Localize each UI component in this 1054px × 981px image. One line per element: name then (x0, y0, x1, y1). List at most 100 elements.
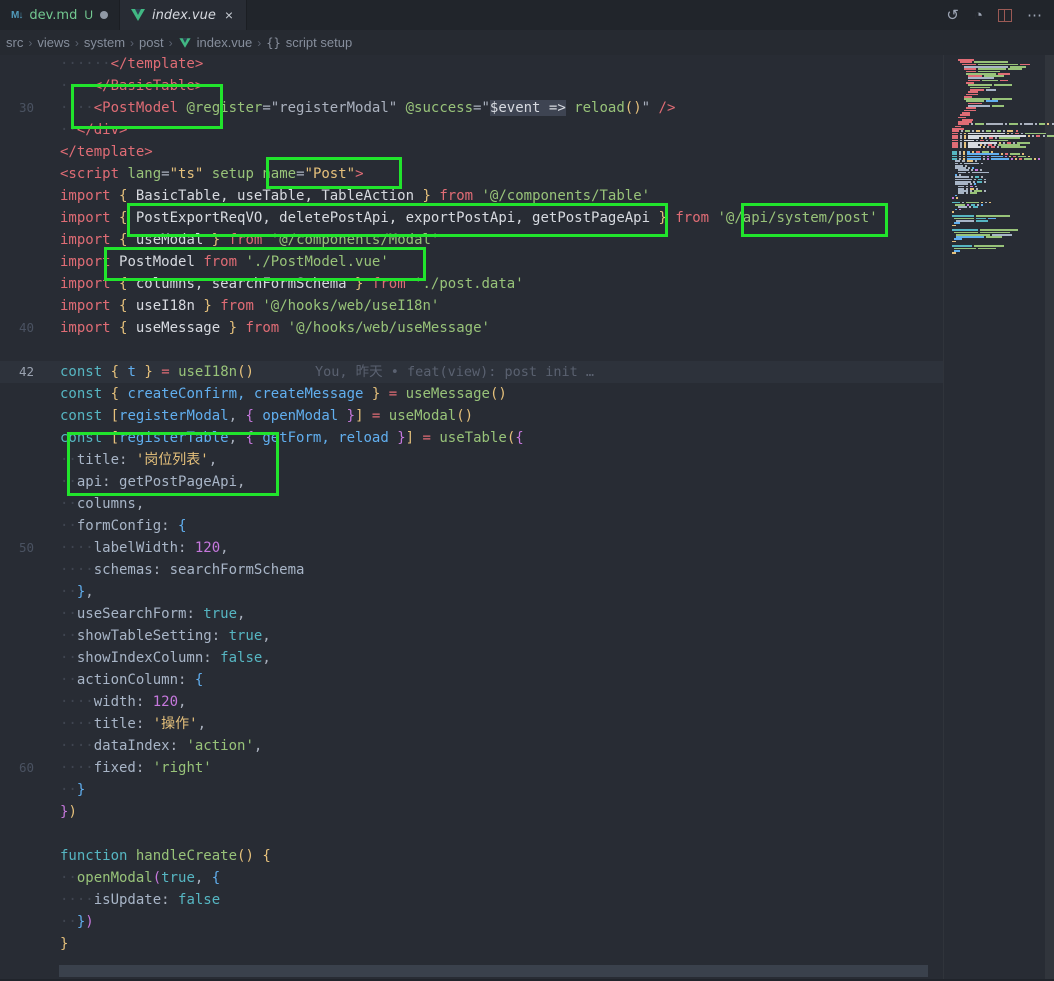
code-line[interactable]: import { BasicTable, useTable, TableActi… (0, 185, 944, 207)
horizontal-scrollbar-thumb[interactable] (59, 965, 928, 977)
line-number[interactable] (0, 515, 34, 537)
code-line[interactable]: import { useModal } from '@/components/M… (0, 229, 944, 251)
line-number[interactable] (0, 251, 34, 273)
code-line[interactable] (0, 339, 944, 361)
code-line[interactable]: ··title: '岗位列表', (0, 449, 944, 471)
line-number[interactable] (0, 163, 34, 185)
code-line[interactable]: import { PostExportReqVO, deletePostApi,… (0, 207, 944, 229)
code-line[interactable]: 50····labelWidth: 120, (0, 537, 944, 559)
code-line[interactable]: </template> (0, 141, 944, 163)
code-line[interactable]: const { createConfirm, createMessage } =… (0, 383, 944, 405)
code-line[interactable]: ······</template> (0, 55, 944, 75)
code-line[interactable] (0, 823, 944, 845)
line-number[interactable] (0, 691, 34, 713)
line-number[interactable]: 60 (0, 757, 34, 779)
code-line[interactable]: 40import { useMessage } from '@/hooks/we… (0, 317, 944, 339)
tab-dev-md[interactable]: M↓ dev.md U (0, 0, 120, 30)
code-line[interactable]: function handleCreate() { (0, 845, 944, 867)
line-number[interactable] (0, 405, 34, 427)
code-line[interactable]: 42const { t } = useI18n()You, 昨天 • feat(… (0, 361, 944, 383)
code-line[interactable]: import { columns, searchFormSchema } fro… (0, 273, 944, 295)
line-number[interactable] (0, 581, 34, 603)
line-number[interactable] (0, 339, 34, 361)
line-number[interactable] (0, 735, 34, 757)
breadcrumb-item-system[interactable]: system (84, 35, 125, 50)
code-line[interactable]: ··columns, (0, 493, 944, 515)
code-line[interactable]: ··actionColumn: { (0, 669, 944, 691)
close-tab-icon[interactable]: × (223, 7, 235, 23)
line-number[interactable] (0, 779, 34, 801)
line-number[interactable] (0, 713, 34, 735)
line-number[interactable] (0, 119, 34, 141)
line-number[interactable] (0, 867, 34, 889)
line-number[interactable] (0, 295, 34, 317)
breadcrumb-item-symbol[interactable]: script setup (286, 35, 352, 50)
code-line[interactable]: ··useSearchForm: true, (0, 603, 944, 625)
line-number[interactable] (0, 603, 34, 625)
line-number[interactable] (0, 911, 34, 933)
unsaved-changes-dot[interactable] (100, 11, 108, 19)
line-number[interactable] (0, 493, 34, 515)
line-number[interactable] (0, 383, 34, 405)
code-line[interactable]: 30····<PostModel @register="registerModa… (0, 97, 944, 119)
blame-toggle-icon[interactable]: ◔ (974, 8, 983, 23)
line-number[interactable]: 40 (0, 317, 34, 339)
code-line[interactable]: } (0, 933, 944, 955)
code-line[interactable]: ··showTableSetting: true, (0, 625, 944, 647)
breadcrumb-item-file[interactable]: index.vue (197, 35, 253, 50)
breadcrumb-item-views[interactable]: views (37, 35, 70, 50)
code-line[interactable]: ··showIndexColumn: false, (0, 647, 944, 669)
breadcrumb-item-src[interactable]: src (6, 35, 23, 50)
code-line[interactable]: ··api: getPostPageApi, (0, 471, 944, 493)
line-number[interactable] (0, 207, 34, 229)
code-line[interactable]: import PostModel from './PostModel.vue' (0, 251, 944, 273)
line-number[interactable]: 30 (0, 97, 34, 119)
code-line[interactable]: ····isUpdate: false (0, 889, 944, 911)
code-editor[interactable]: ······</template>····</BasicTable>30····… (0, 55, 1054, 981)
tab-index-vue[interactable]: index.vue × (120, 0, 247, 30)
minimap[interactable] (943, 55, 1054, 981)
code-line[interactable]: const [registerTable, { getForm, reload … (0, 427, 944, 449)
line-number[interactable] (0, 845, 34, 867)
line-number[interactable] (0, 449, 34, 471)
code-line[interactable]: ··}, (0, 581, 944, 603)
line-number[interactable] (0, 427, 34, 449)
code-line[interactable]: ··</div> (0, 119, 944, 141)
code-line[interactable]: ····title: '操作', (0, 713, 944, 735)
code-line[interactable]: ··openModal(true, { (0, 867, 944, 889)
line-number[interactable]: 42 (0, 361, 34, 383)
code-line[interactable]: ····width: 120, (0, 691, 944, 713)
split-editor-icon[interactable] (998, 9, 1012, 22)
line-number[interactable] (0, 273, 34, 295)
line-number[interactable] (0, 559, 34, 581)
line-number[interactable] (0, 625, 34, 647)
code-line[interactable]: ··formConfig: { (0, 515, 944, 537)
line-number[interactable] (0, 647, 34, 669)
code-line[interactable]: const [registerModal, { openModal }] = u… (0, 405, 944, 427)
code-line[interactable]: <script lang="ts" setup name="Post"> (0, 163, 944, 185)
line-number[interactable] (0, 55, 34, 75)
code-line[interactable]: ····schemas: searchFormSchema (0, 559, 944, 581)
line-number[interactable] (0, 141, 34, 163)
line-number[interactable] (0, 229, 34, 251)
code-line[interactable]: }) (0, 801, 944, 823)
code-line[interactable]: ··} (0, 779, 944, 801)
code-line[interactable]: ····</BasicTable> (0, 75, 944, 97)
line-number[interactable] (0, 933, 34, 955)
line-number[interactable] (0, 669, 34, 691)
line-number[interactable] (0, 823, 34, 845)
line-number[interactable] (0, 801, 34, 823)
line-number[interactable] (0, 185, 34, 207)
code-line[interactable]: ····dataIndex: 'action', (0, 735, 944, 757)
code-line[interactable]: import { useI18n } from '@/hooks/web/use… (0, 295, 944, 317)
code-line[interactable]: ··}) (0, 911, 944, 933)
line-number[interactable] (0, 75, 34, 97)
line-number[interactable] (0, 471, 34, 493)
timeline-history-icon[interactable]: ↺ (946, 8, 959, 23)
more-actions-icon[interactable]: ⋯ (1027, 8, 1042, 23)
vertical-scrollbar[interactable] (1045, 55, 1054, 981)
line-number[interactable] (0, 889, 34, 911)
breadcrumb-item-post[interactable]: post (139, 35, 164, 50)
code-line[interactable]: 60····fixed: 'right' (0, 757, 944, 779)
line-number[interactable]: 50 (0, 537, 34, 559)
